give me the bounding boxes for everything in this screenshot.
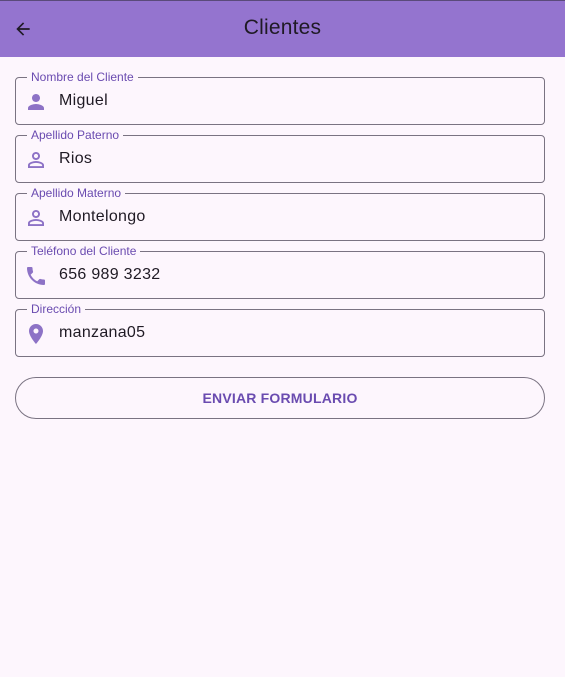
page-title: Clientes [243, 16, 322, 39]
person-outline-icon [28, 210, 44, 226]
submit-button-label: ENVIAR FORMULARIO [202, 390, 358, 406]
telefono-field[interactable]: Teléfono del Cliente [15, 243, 545, 299]
direccion-input[interactable] [59, 310, 529, 356]
direccion-field[interactable]: Dirección [15, 301, 545, 357]
person-icon [28, 94, 44, 110]
phone-icon [27, 267, 45, 285]
apellido-materno-input[interactable] [59, 194, 529, 240]
apellido-materno-field[interactable]: Apellido Materno [15, 185, 545, 241]
app-bar: Clientes [0, 0, 565, 57]
person-outline-icon [28, 152, 44, 168]
submit-button[interactable]: ENVIAR FORMULARIO [15, 377, 545, 419]
telefono-input[interactable] [59, 252, 529, 298]
apellido-paterno-field[interactable]: Apellido Paterno [15, 127, 545, 183]
nombre-field[interactable]: Nombre del Cliente [15, 69, 545, 125]
nombre-input[interactable] [59, 78, 529, 124]
location-pin-icon [29, 324, 43, 344]
apellido-paterno-input[interactable] [59, 136, 529, 182]
